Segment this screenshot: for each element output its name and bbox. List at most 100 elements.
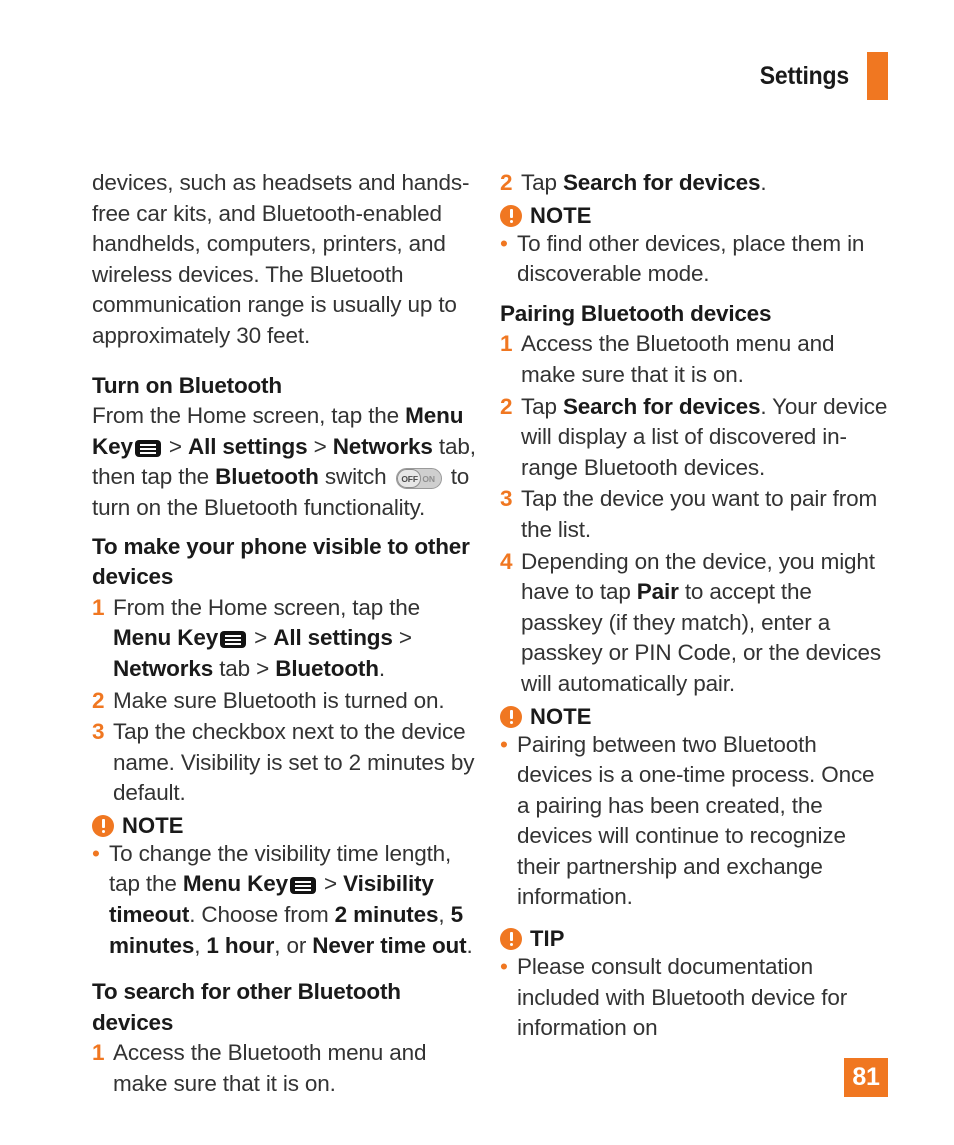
text-fragment: . — [378, 655, 385, 681]
step-number: 3 — [500, 486, 513, 512]
tip-heading: TIP — [500, 926, 890, 952]
note-label: NOTE — [530, 703, 592, 729]
exclamation-circle-icon — [500, 204, 522, 227]
bold-all-settings: All settings — [188, 433, 308, 459]
list-item: 3 Tap the device you want to pair from t… — [500, 484, 890, 545]
bullet-dot-icon: • — [500, 731, 508, 757]
bullet-dot-icon: • — [92, 840, 100, 866]
text-fragment: , — [194, 932, 207, 958]
bold-pair: Pair — [636, 579, 679, 605]
heading-turn-on-bluetooth: Turn on Bluetooth — [92, 372, 282, 398]
note-bullets: • To find other devices, place them in d… — [500, 229, 890, 290]
bluetooth-toggle-switch-icon: OFF ON — [395, 468, 442, 490]
list-item: 2 Tap Search for devices. — [500, 168, 890, 199]
text-fragment: > — [248, 625, 274, 651]
bullet-text: Please consult documentation included wi… — [517, 954, 848, 1041]
step-text: Tap Search for devices. — [521, 168, 890, 199]
note-heading: NOTE — [500, 704, 890, 730]
bold-all-settings: All settings — [273, 625, 393, 651]
text-fragment: > — [392, 625, 412, 651]
right-column: 2 Tap Search for devices. NOTE • To find… — [500, 168, 890, 1101]
bold-never-time-out: Never time out — [312, 932, 467, 958]
step-text: Access the Bluetooth menu and make sure … — [113, 1040, 427, 1097]
heading-search-other-devices: To search for other Bluetooth devices — [92, 979, 401, 1035]
note-heading: NOTE — [92, 813, 482, 839]
text-fragment: From the Home screen, tap the — [92, 403, 406, 429]
page-number-badge: 81 — [844, 1058, 888, 1097]
list-item: 1 Access the Bluetooth menu and make sur… — [92, 1038, 482, 1099]
bullet-dot-icon: • — [500, 954, 508, 980]
step-number: 1 — [500, 331, 513, 357]
bold-2-minutes: 2 minutes — [334, 902, 439, 928]
toggle-off-label: OFF — [401, 473, 418, 484]
exclamation-circle-icon — [500, 928, 522, 951]
bold-networks: Networks — [332, 433, 433, 459]
bold-networks: Networks — [113, 655, 214, 681]
text-fragment: > — [317, 871, 344, 897]
list-item: 1 Access the Bluetooth menu and make sur… — [500, 329, 890, 390]
left-column: devices, such as headsets and hands-free… — [92, 168, 482, 1101]
text-fragment: . — [466, 932, 473, 958]
text-fragment: tab > — [213, 655, 276, 681]
exclamation-circle-icon — [92, 814, 114, 837]
step-number: 4 — [500, 548, 513, 574]
text-fragment: From the Home screen, tap the — [113, 594, 421, 620]
bold-menu-key: Menu Key — [113, 625, 219, 651]
note-heading: NOTE — [500, 203, 890, 229]
step-number: 1 — [92, 594, 105, 620]
bullet-dot-icon: • — [500, 230, 508, 256]
turn-on-bluetooth-paragraph: From the Home screen, tap the Menu Key >… — [92, 401, 482, 523]
list-item: 2 Make sure Bluetooth is turned on. — [92, 686, 482, 717]
text-fragment: . — [760, 170, 767, 195]
note-bullets: • To change the visibility time length, … — [92, 839, 482, 961]
header-accent-bar — [867, 52, 888, 100]
menu-key-icon — [134, 439, 161, 457]
step-number: 2 — [500, 393, 513, 419]
intro-paragraph: devices, such as headsets and hands-free… — [92, 170, 470, 348]
step-text: From the Home screen, tap the Menu Key >… — [113, 593, 482, 685]
text-fragment: switch — [318, 464, 393, 490]
note-label: NOTE — [530, 202, 592, 228]
steps-search-devices-continued: 2 Tap Search for devices. — [500, 168, 890, 199]
note-bullets: • Pairing between two Bluetooth devices … — [500, 730, 890, 914]
page-header: Settings — [752, 52, 888, 100]
steps-pairing: 1 Access the Bluetooth menu and make sur… — [500, 329, 890, 699]
steps-search-devices: 1 Access the Bluetooth menu and make sur… — [92, 1038, 482, 1099]
text-fragment: > — [162, 433, 189, 459]
menu-key-icon — [289, 877, 316, 895]
list-item: • Please consult documentation included … — [500, 952, 890, 1044]
list-item: 3 Tap the checkbox next to the device na… — [92, 717, 482, 809]
bold-search-for-devices: Search for devices — [562, 393, 761, 419]
text-fragment: , or — [274, 932, 313, 958]
steps-make-visible: 1 From the Home screen, tap the Menu Key… — [92, 593, 482, 809]
step-text: Access the Bluetooth menu and make sure … — [521, 331, 835, 387]
bold-bluetooth: Bluetooth — [275, 655, 379, 681]
step-number: 2 — [92, 687, 105, 713]
text-fragment: > — [307, 433, 333, 459]
toggle-on-label: ON — [422, 473, 435, 484]
step-text: Make sure Bluetooth is turned on. — [113, 687, 445, 713]
bullet-text: To change the visibility time length, ta… — [109, 839, 482, 961]
bold-search-for-devices: Search for devices — [562, 170, 761, 195]
heading-pairing-bluetooth-devices: Pairing Bluetooth devices — [500, 300, 772, 326]
bold-bluetooth: Bluetooth — [215, 464, 319, 490]
list-item: 1 From the Home screen, tap the Menu Key… — [92, 593, 482, 685]
bullet-text: To find other devices, place them in dis… — [517, 230, 865, 287]
list-item: • Pairing between two Bluetooth devices … — [500, 730, 890, 914]
heading-make-phone-visible: To make your phone visible to other devi… — [92, 533, 470, 590]
step-number: 3 — [92, 719, 105, 745]
exclamation-circle-icon — [500, 705, 522, 728]
list-item: 2 Tap Search for devices. Your device wi… — [500, 392, 890, 484]
text-fragment: Tap — [521, 170, 563, 195]
tip-bullets: • Please consult documentation included … — [500, 952, 890, 1044]
bold-1-hour: 1 hour — [206, 932, 275, 958]
step-number: 2 — [500, 170, 513, 195]
step-number: 1 — [92, 1040, 105, 1066]
page-title: Settings — [759, 61, 849, 90]
tip-label: TIP — [530, 926, 565, 952]
bold-menu-key: Menu Key — [182, 871, 288, 897]
bullet-text: Pairing between two Bluetooth devices is… — [517, 731, 875, 910]
page-content: devices, such as headsets and hands-free… — [0, 168, 954, 1101]
list-item: • To find other devices, place them in d… — [500, 229, 890, 290]
step-text: Depending on the device, you might have … — [521, 547, 890, 700]
